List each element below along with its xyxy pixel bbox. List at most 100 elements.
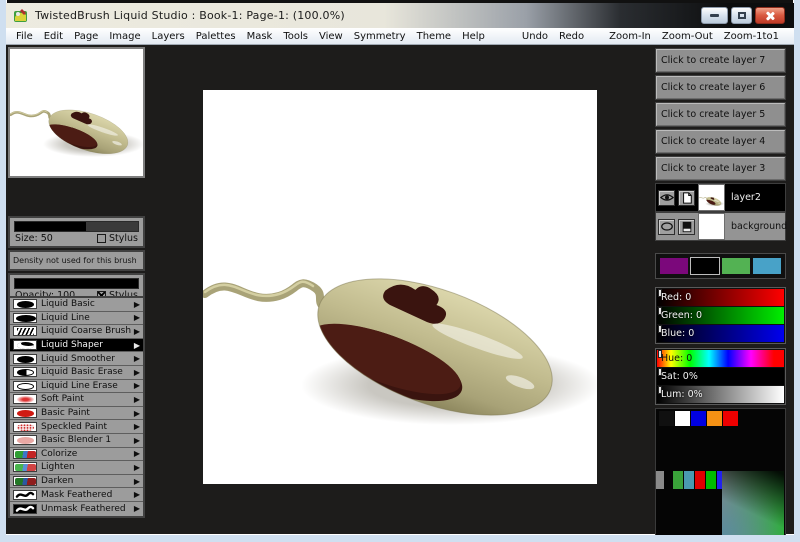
sat-slider[interactable]: Sat: 0% [657, 368, 784, 385]
brush-expand-arrow-icon[interactable]: ▶ [134, 436, 140, 445]
menu-symmetry[interactable]: Symmetry [354, 31, 406, 42]
picker-swatch[interactable] [675, 411, 690, 426]
create-layer-button-7[interactable]: Click to create layer 7 [655, 48, 786, 73]
picker-swatch[interactable] [723, 411, 738, 426]
brush-expand-arrow-icon[interactable]: ▶ [134, 409, 140, 418]
menu-zoom-1to1[interactable]: Zoom-1to1 [724, 31, 779, 42]
brush-expand-arrow-icon[interactable]: ▶ [134, 422, 140, 431]
brush-item-speckled-paint[interactable]: Speckled Paint▶ [10, 420, 143, 434]
brush-expand-arrow-icon[interactable]: ▶ [134, 313, 140, 322]
canvas-page[interactable] [203, 90, 597, 484]
size-stylus-checkbox[interactable]: Stylus [97, 233, 138, 244]
lum-slider[interactable]: Lum: 0% [657, 386, 784, 403]
brush-expand-arrow-icon[interactable]: ▶ [134, 300, 140, 309]
menu-zoom-out[interactable]: Zoom-Out [662, 31, 713, 42]
brush-label: Liquid Line [41, 313, 90, 323]
brush-expand-arrow-icon[interactable]: ▶ [134, 477, 140, 486]
color-swatch[interactable] [721, 257, 751, 275]
hsl-slider-group: Hue: 0 Sat: 0%Lum: 0% [655, 348, 786, 405]
brush-item-darken[interactable]: Darken▶ [10, 475, 143, 489]
brush-item-basic-blender-1[interactable]: Basic Blender 1▶ [10, 434, 143, 448]
brush-expand-arrow-icon[interactable]: ▶ [134, 490, 140, 499]
brush-expand-arrow-icon[interactable]: ▶ [134, 368, 140, 377]
color-gradient-picker[interactable] [722, 471, 784, 535]
color-picker-area[interactable] [655, 408, 786, 536]
minimize-button[interactable] [701, 7, 728, 24]
layer-options-button[interactable] [678, 219, 695, 235]
brush-item-liquid-basic-erase[interactable]: Liquid Basic Erase▶ [10, 366, 143, 380]
layer-thumbnail [698, 213, 725, 240]
opacity-slider[interactable] [14, 278, 139, 289]
brush-item-liquid-shaper[interactable]: Liquid Shaper▶ [10, 339, 143, 353]
page-thumbnail[interactable] [8, 47, 145, 178]
menu-page[interactable]: Page [74, 31, 98, 42]
menu-zoom-in[interactable]: Zoom-In [609, 31, 651, 42]
menu-undo[interactable]: Undo [522, 31, 548, 42]
color-swatch[interactable] [659, 257, 689, 275]
menu-mask[interactable]: Mask [247, 31, 273, 42]
close-button[interactable] [755, 7, 785, 24]
zoom-actions: Zoom-In Zoom-Out Zoom-1to1 [609, 31, 790, 42]
brush-item-unmask-feathered[interactable]: Unmask Feathered▶ [10, 502, 143, 516]
recent-color-swatches [655, 253, 786, 279]
picker-swatch[interactable] [691, 411, 706, 426]
picker-swatch[interactable] [656, 471, 664, 489]
menu-layers[interactable]: Layers [152, 31, 185, 42]
menu-edit[interactable]: Edit [44, 31, 63, 42]
menu-file[interactable]: File [16, 31, 33, 42]
hue-slider[interactable]: Hue: 0 [657, 350, 784, 367]
menu-view[interactable]: View [319, 31, 343, 42]
picker-swatch[interactable] [659, 411, 674, 426]
layer-row-background[interactable]: background [655, 212, 786, 241]
layer-visibility-button[interactable] [658, 219, 675, 235]
brush-expand-arrow-icon[interactable]: ▶ [134, 327, 140, 336]
brush-item-liquid-smoother[interactable]: Liquid Smoother▶ [10, 352, 143, 366]
layer-options-button[interactable] [678, 190, 695, 206]
page-filled-icon [681, 221, 693, 233]
blue-slider[interactable]: Blue: 0 [657, 325, 784, 342]
brush-expand-arrow-icon[interactable]: ▶ [134, 449, 140, 458]
red-slider[interactable]: Red: 0 [657, 289, 784, 306]
menu-help[interactable]: Help [462, 31, 485, 42]
create-layer-button-4[interactable]: Click to create layer 4 [655, 129, 786, 154]
maximize-button[interactable] [731, 7, 752, 24]
green-slider[interactable]: Green: 0 [657, 307, 784, 324]
brush-item-soft-paint[interactable]: Soft Paint▶ [10, 393, 143, 407]
menu-palettes[interactable]: Palettes [196, 31, 236, 42]
brush-item-liquid-line[interactable]: Liquid Line ▶ [10, 312, 143, 326]
brush-item-liquid-basic[interactable]: Liquid Basic▶ [10, 298, 143, 312]
create-layer-button-6[interactable]: Click to create layer 6 [655, 75, 786, 100]
rgb-slider-group: Red: 0Green: 0 Blue: 0 [655, 287, 786, 344]
brush-expand-arrow-icon[interactable]: ▶ [134, 381, 140, 390]
tool-panel: Size: 50 Stylus Density not used for thi… [8, 47, 147, 532]
color-swatch[interactable] [690, 257, 720, 275]
brush-item-mask-feathered[interactable]: Mask Feathered▶ [10, 488, 143, 502]
blue-slider-label: Blue: 0 [661, 328, 694, 339]
brush-expand-arrow-icon[interactable]: ▶ [134, 341, 140, 350]
create-layer-button-3[interactable]: Click to create layer 3 [655, 156, 786, 181]
size-slider[interactable] [14, 221, 139, 232]
picker-swatch[interactable] [706, 471, 716, 489]
picker-swatch[interactable] [707, 411, 722, 426]
color-swatch[interactable] [752, 257, 782, 275]
menu-tools[interactable]: Tools [283, 31, 308, 42]
layer-visibility-button[interactable] [658, 190, 675, 206]
menu-theme[interactable]: Theme [417, 31, 452, 42]
brush-item-lighten[interactable]: Lighten▶ [10, 461, 143, 475]
menu-image[interactable]: Image [109, 31, 140, 42]
picker-swatch[interactable] [673, 471, 683, 489]
picker-swatch[interactable] [684, 471, 694, 489]
brush-item-colorize[interactable]: Colorize▶ [10, 448, 143, 462]
create-layer-button-5[interactable]: Click to create layer 5 [655, 102, 786, 127]
brush-expand-arrow-icon[interactable]: ▶ [134, 463, 140, 472]
picker-swatch[interactable] [695, 471, 705, 489]
brush-expand-arrow-icon[interactable]: ▶ [134, 354, 140, 363]
brush-item-liquid-coarse-brush[interactable]: Liquid Coarse Brush▶ [10, 325, 143, 339]
layer-row-layer2[interactable]: layer2 [655, 183, 786, 212]
brush-item-basic-paint[interactable]: Basic Paint▶ [10, 407, 143, 421]
brush-expand-arrow-icon[interactable]: ▶ [134, 504, 140, 513]
hue-slider-label: Hue: 0 [661, 353, 692, 364]
menu-redo[interactable]: Redo [559, 31, 584, 42]
brush-expand-arrow-icon[interactable]: ▶ [134, 395, 140, 404]
brush-item-liquid-line-erase[interactable]: Liquid Line Erase▶ [10, 380, 143, 394]
